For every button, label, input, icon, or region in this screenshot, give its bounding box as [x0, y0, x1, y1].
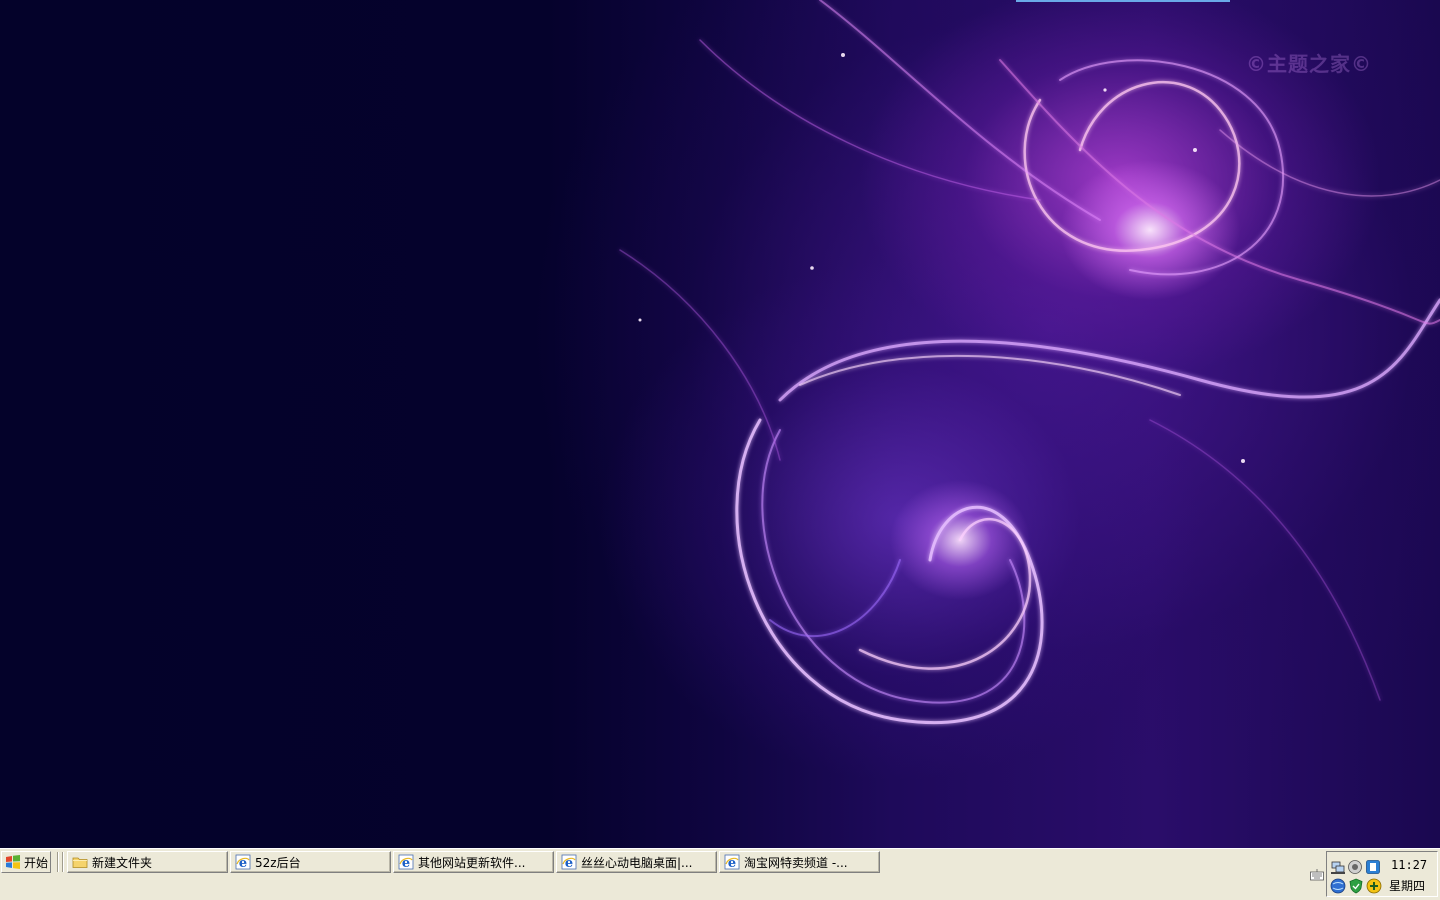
task-button-desktop-site[interactable]: e 丝丝心动电脑桌面|...: [556, 851, 717, 873]
app-icon[interactable]: [1365, 859, 1381, 875]
task-button-taobao[interactable]: e 淘宝网特卖频道 -...: [719, 851, 880, 873]
ie-icon: e: [398, 854, 414, 870]
start-button[interactable]: 开始: [1, 851, 51, 873]
task-label: 丝丝心动电脑桌面|...: [581, 855, 693, 870]
taskbar-separator: [57, 852, 59, 872]
shield-icon[interactable]: [1348, 878, 1364, 894]
speaker-icon[interactable]: [1347, 859, 1363, 875]
taskbar-separator: [62, 852, 64, 872]
clock-day[interactable]: 星期四: [1389, 877, 1425, 894]
network-icon[interactable]: [1330, 859, 1346, 875]
folder-icon: [72, 857, 88, 868]
keyboard-icon[interactable]: [1310, 869, 1324, 881]
task-label: 其他网站更新软件...: [418, 855, 526, 870]
plus-icon[interactable]: [1366, 878, 1382, 894]
task-label: 52z后台: [255, 855, 301, 870]
ie-icon: e: [235, 854, 251, 870]
ie-icon: e: [561, 854, 577, 870]
start-label: 开始: [24, 855, 49, 870]
windows-flag-icon: [6, 855, 20, 869]
task-label: 新建文件夹: [92, 855, 153, 870]
wallpaper-swirls: [619, 0, 1440, 724]
task-button-52z[interactable]: e 52z后台: [230, 851, 391, 873]
wallpaper-watermark: ©主题之家©: [1246, 52, 1372, 76]
globe-icon[interactable]: [1330, 878, 1346, 894]
desktop-wallpaper: ©主题之家©: [0, 0, 1440, 848]
task-button-other-sites[interactable]: e 其他网站更新软件...: [393, 851, 554, 873]
ie-icon: e: [724, 854, 740, 870]
clock-time[interactable]: 11:27: [1391, 858, 1427, 872]
task-label: 淘宝网特卖频道 -...: [744, 855, 848, 870]
taskbar: 开始 新建文件夹 e 52z后台 e 其他网站更新软件... e 丝丝心动电脑桌…: [0, 848, 1440, 900]
task-button-new-folder[interactable]: 新建文件夹: [67, 851, 228, 873]
